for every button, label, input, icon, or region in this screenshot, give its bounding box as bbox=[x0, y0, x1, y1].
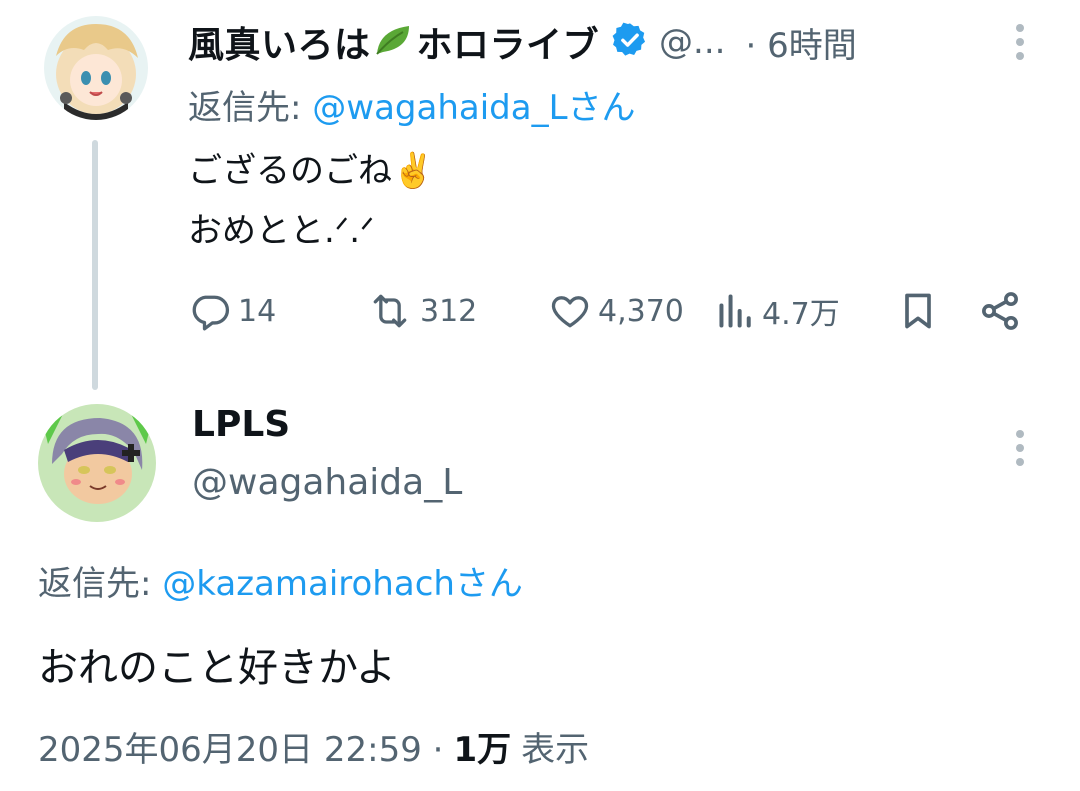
like-button[interactable]: 4,370 bbox=[548, 286, 684, 336]
more-icon[interactable] bbox=[1008, 22, 1032, 66]
share-icon bbox=[978, 289, 1022, 333]
tweet-timestamp[interactable]: 2025年06月20日 22:59 · bbox=[38, 722, 443, 771]
handle-truncated[interactable]: @... bbox=[659, 22, 725, 62]
retweet-count: 312 bbox=[420, 293, 478, 329]
display-name-part2[interactable]: ホロライブ bbox=[417, 16, 600, 68]
reply-count: 14 bbox=[238, 293, 277, 329]
views-button[interactable]: 4.7万 bbox=[716, 286, 840, 336]
display-name-part1[interactable]: 風真いろは bbox=[188, 16, 371, 68]
bookmark-button[interactable] bbox=[896, 286, 940, 336]
action-bar: 14 312 4,370 4.7万 bbox=[188, 286, 1028, 336]
views-count: 1万 bbox=[453, 730, 512, 770]
tweet-text: おれのこと好きかよ bbox=[38, 645, 396, 691]
reply-suffix: さん bbox=[567, 88, 636, 128]
avatar-lpls[interactable] bbox=[38, 404, 156, 522]
retweet-button[interactable]: 312 bbox=[366, 286, 477, 336]
reply-icon bbox=[188, 289, 232, 333]
retweet-icon bbox=[366, 289, 414, 333]
thread-line bbox=[92, 140, 98, 390]
verified-badge-icon bbox=[611, 21, 649, 63]
tweet-meta: 2025年06月20日 22:59 · 1万 表示 bbox=[38, 722, 589, 771]
views-count: 4.7万 bbox=[762, 297, 840, 332]
author-handle[interactable]: @wagahaida_L bbox=[192, 462, 462, 503]
avatar-kazama-iroha[interactable] bbox=[44, 16, 148, 120]
reply-mention-link[interactable]: @wagahaida_L bbox=[312, 88, 567, 128]
views-label: 表示 bbox=[521, 730, 590, 770]
reply-to-line: 返信先: @wagahaida_Lさん bbox=[188, 80, 636, 129]
reply-mention-link[interactable]: @kazamairohach bbox=[162, 564, 455, 604]
share-button[interactable] bbox=[978, 286, 1022, 336]
tweet-text-line-1: ござるのごね✌️ bbox=[188, 151, 435, 191]
like-icon bbox=[548, 289, 592, 333]
reply-suffix: さん bbox=[454, 564, 523, 604]
reply-prefix: 返信先: bbox=[38, 564, 163, 604]
reply-to-line: 返信先: @kazamairohachさん bbox=[38, 556, 523, 605]
more-icon[interactable] bbox=[1008, 428, 1032, 472]
reply-prefix: 返信先: bbox=[188, 88, 313, 128]
bookmark-icon bbox=[896, 289, 940, 333]
tweet-text-line-2: おめとと.ᐟ.ᐟ bbox=[188, 211, 375, 251]
views-icon bbox=[716, 289, 756, 333]
like-count: 4,370 bbox=[598, 293, 684, 329]
tweet-time[interactable]: · 6時間 bbox=[745, 18, 856, 67]
leaf-icon bbox=[373, 22, 415, 62]
parent-name-row: 風真いろは ホロライブ @... · 6時間 bbox=[188, 12, 857, 72]
reply-button[interactable]: 14 bbox=[188, 286, 276, 336]
author-display-name[interactable]: LPLS bbox=[192, 404, 290, 445]
